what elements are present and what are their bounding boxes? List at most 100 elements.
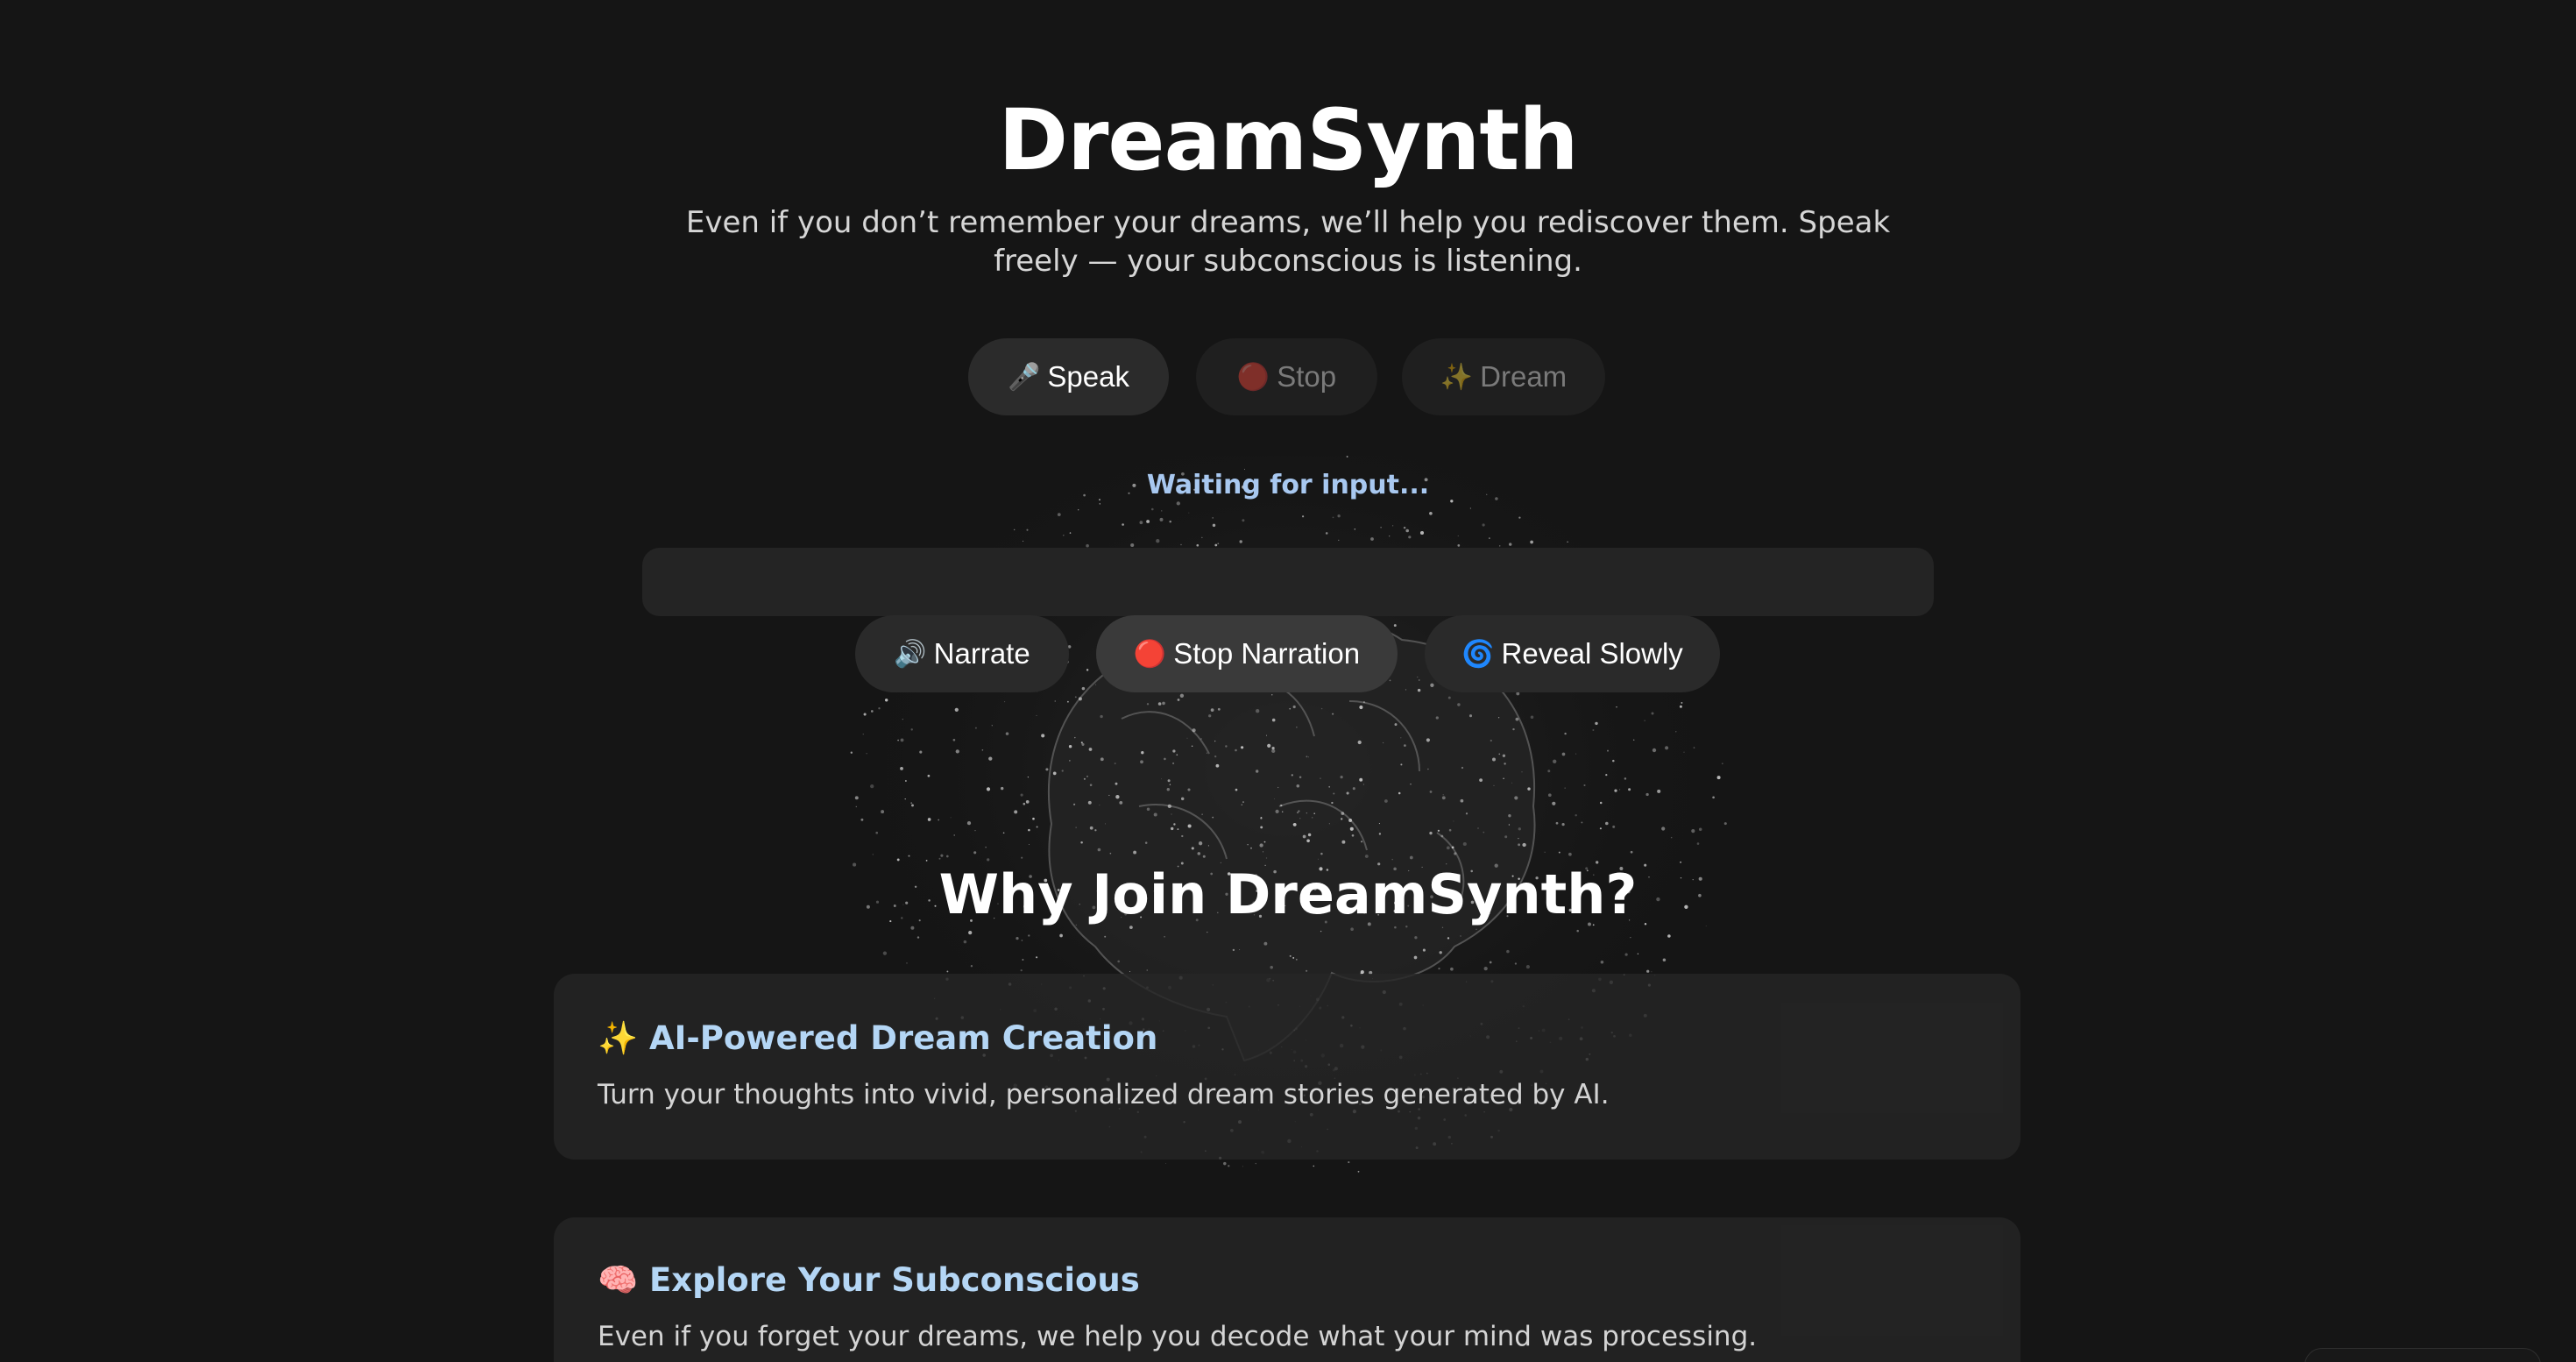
brain-particle [1156,539,1160,543]
brain-particle [991,725,993,727]
brain-particle [1492,757,1496,762]
brain-particle [1530,540,1533,544]
brain-particle [1332,516,1334,519]
brain-particle [1716,776,1721,780]
reveal-slowly-button[interactable]: 🌀 Reveal Slowly [1425,615,1720,692]
brain-particle [1172,762,1175,765]
brain-particle [1105,823,1106,825]
brain-particle [1446,846,1450,850]
brain-particle [1292,823,1294,825]
brain-particle [1146,520,1150,523]
brain-particle [1592,729,1595,731]
dream-button[interactable]: ✨ Dream [1402,338,1605,415]
brain-particle [1161,510,1163,512]
brain-particle [1338,539,1340,542]
brain-particle [1441,796,1446,800]
brain-particle [1292,822,1297,826]
brain-particle [1352,787,1355,791]
brain-particle [1202,855,1206,858]
brain-particle [900,766,903,770]
brain-particle [1094,829,1097,832]
brain-particle [1196,543,1200,547]
brain-particle [1239,949,1241,951]
feature-card-title: 🧠 Explore Your Subconscious [598,1261,1140,1300]
brain-particle [1306,812,1307,814]
brain-particle [1512,727,1515,731]
brain-particle [1063,535,1065,536]
brain-particle [1723,822,1727,826]
brain-particle [985,847,987,848]
stop-button[interactable]: 🔴 Stop [1196,338,1377,415]
brain-particle [1186,737,1188,739]
brain-particle [1632,739,1635,741]
brain-particle [1263,841,1266,843]
brain-particle [1180,543,1182,546]
brain-particle [1607,749,1609,752]
brain-particle [1041,734,1045,738]
brain-particle [1097,848,1101,852]
brain-particle [1235,788,1238,791]
brain-particle [1139,521,1143,525]
brain-particle [1460,935,1461,937]
brain-particle [1170,826,1174,831]
brain-particle [1489,961,1492,964]
brain-particle [1599,827,1602,830]
brain-particle [1404,744,1406,747]
brain-particle [1348,819,1353,822]
feature-card-title: ✨ AI-Powered Dream Creation [598,1019,1157,1058]
brain-particle [1212,523,1216,528]
floating-widget[interactable] [2304,1348,2541,1362]
brain-particle [1164,757,1166,761]
brain-particle [1075,826,1077,828]
brain-particle [963,940,967,944]
brain-particle [1176,501,1180,506]
brain-particle [1328,823,1330,825]
brain-particle [1002,832,1005,834]
brain-particle [1362,784,1364,785]
brain-particle [1177,699,1180,701]
brain-particle [1417,688,1421,692]
brain-particle [1307,756,1309,758]
brain-particle [1212,517,1214,519]
brain-particle [927,818,931,821]
brain-particle [855,805,857,808]
dream-button-label: Dream [1480,360,1568,393]
brain-particle [1306,839,1310,843]
brain-particle [1422,948,1426,952]
brain-particle [1022,959,1024,961]
brain-icon: 🧠 [598,1261,639,1299]
brain-particle [1599,801,1603,805]
brain-particle [1256,709,1260,713]
brain-particle [1348,1161,1350,1164]
brain-particle [946,970,949,973]
narrate-button[interactable]: 🔊 Narrate [855,615,1069,692]
brain-particle [1450,967,1454,971]
brain-particle [1652,748,1657,753]
brain-particle [1141,751,1144,755]
brain-particle [1214,543,1218,547]
brain-particle [1277,786,1279,789]
brain-particle [1299,776,1302,779]
brain-particle [1504,835,1508,839]
brain-particle [1066,700,1069,703]
speak-button[interactable]: 🎤 Speak [968,338,1169,415]
brain-particle [1275,809,1279,813]
brain-particle [1400,737,1402,739]
brain-particle [1061,770,1064,772]
brain-particle [1270,965,1273,969]
brain-particle [1665,746,1669,750]
brain-particle [1081,686,1086,691]
brain-particle [1400,763,1403,766]
brain-particle [1172,749,1176,753]
brain-particle [1493,784,1495,786]
brain-particle [1581,821,1583,824]
stop-narration-button[interactable]: 🔴 Stop Narration [1096,615,1398,692]
brain-particle [1069,532,1072,534]
brain-particle [1675,731,1677,733]
brain-particle [1228,1165,1230,1167]
brain-particle [1349,826,1354,831]
brain-particle [897,739,899,741]
brain-particle [1117,960,1121,963]
brain-particle [1657,789,1661,793]
brain-particle [1612,759,1615,763]
